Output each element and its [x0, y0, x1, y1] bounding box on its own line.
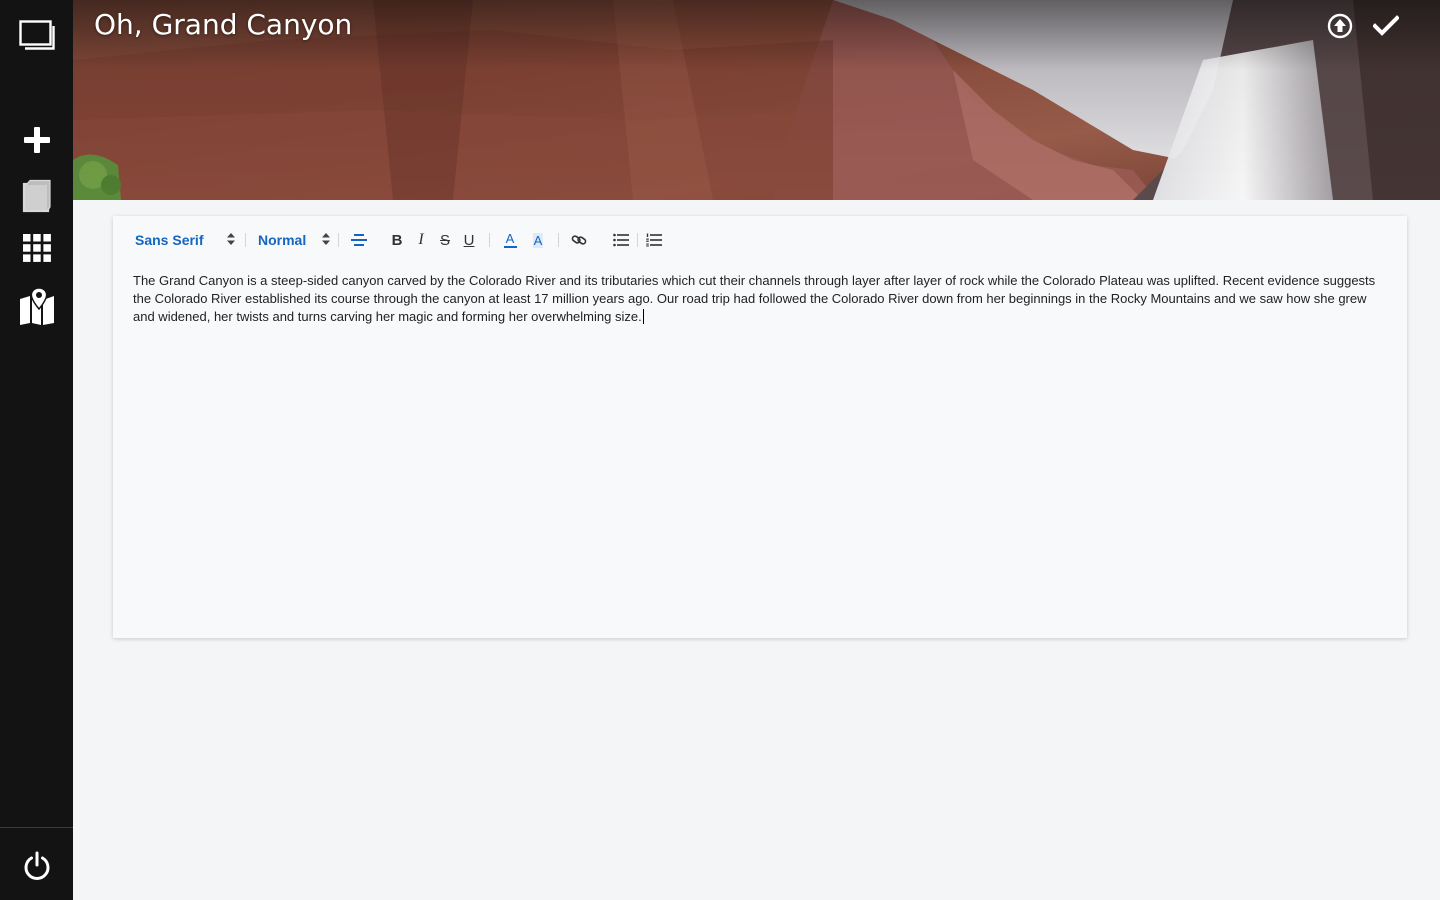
- bold-button[interactable]: B: [385, 228, 409, 252]
- link-icon: [571, 235, 587, 245]
- sidebar-divider: [0, 827, 73, 828]
- select-arrows-icon: [322, 232, 330, 248]
- notebooks-button[interactable]: [0, 174, 73, 218]
- apps-button[interactable]: [0, 226, 73, 270]
- map-button[interactable]: [0, 284, 73, 328]
- toolbar-separator: [489, 233, 490, 247]
- save-button[interactable]: [1372, 12, 1400, 40]
- grid-icon: [22, 234, 51, 262]
- plus-icon: [23, 127, 50, 153]
- pages-button[interactable]: [0, 14, 73, 58]
- editor-text-area[interactable]: The Grand Canyon is a steep-sided canyon…: [133, 272, 1383, 326]
- upload-circle-icon: [1327, 13, 1353, 39]
- sidebar: [0, 0, 73, 900]
- select-arrows-icon: [227, 232, 235, 248]
- power-icon: [24, 851, 49, 880]
- toolbar-separator: [637, 233, 638, 247]
- editor-paragraph: The Grand Canyon is a steep-sided canyon…: [133, 273, 1376, 324]
- bullet-list-icon: [613, 233, 629, 247]
- notebook-icon: [22, 179, 51, 213]
- toolbar-separator: [558, 233, 559, 247]
- pages-icon: [18, 20, 55, 50]
- logout-button[interactable]: [0, 844, 73, 888]
- font-size-value: Normal: [258, 232, 307, 248]
- background-color-icon: A: [532, 232, 544, 248]
- align-button[interactable]: [347, 228, 371, 252]
- link-button[interactable]: [567, 228, 591, 252]
- underline-button[interactable]: U: [457, 228, 481, 252]
- font-family-select[interactable]: Sans Serif: [135, 228, 235, 252]
- toolbar-separator: [338, 233, 339, 247]
- font-family-value: Sans Serif: [135, 232, 204, 248]
- strikethrough-button[interactable]: S: [433, 228, 457, 252]
- ordered-list-button[interactable]: [642, 228, 666, 252]
- color-bar: [503, 246, 517, 248]
- toolbar-separator: [245, 233, 246, 247]
- align-center-icon: [351, 234, 367, 246]
- font-size-select[interactable]: Normal: [258, 228, 330, 252]
- upload-button[interactable]: [1326, 12, 1354, 40]
- italic-button[interactable]: I: [409, 228, 433, 252]
- ordered-list-icon: [646, 233, 662, 247]
- editor-toolbar: Sans Serif Normal B I S U A A: [127, 228, 666, 252]
- background-color-button[interactable]: A: [526, 228, 550, 252]
- text-color-icon: A: [505, 231, 515, 246]
- header-banner: Oh, Grand Canyon: [73, 0, 1440, 200]
- editor-card: Sans Serif Normal B I S U A A The Grand …: [113, 216, 1407, 638]
- page-title: Oh, Grand Canyon: [94, 8, 353, 41]
- checkmark-icon: [1373, 15, 1399, 36]
- add-button[interactable]: [0, 118, 73, 162]
- bullet-list-button[interactable]: [609, 228, 633, 252]
- text-color-button[interactable]: A: [498, 228, 522, 252]
- text-caret: [642, 309, 644, 324]
- map-icon: [19, 287, 54, 325]
